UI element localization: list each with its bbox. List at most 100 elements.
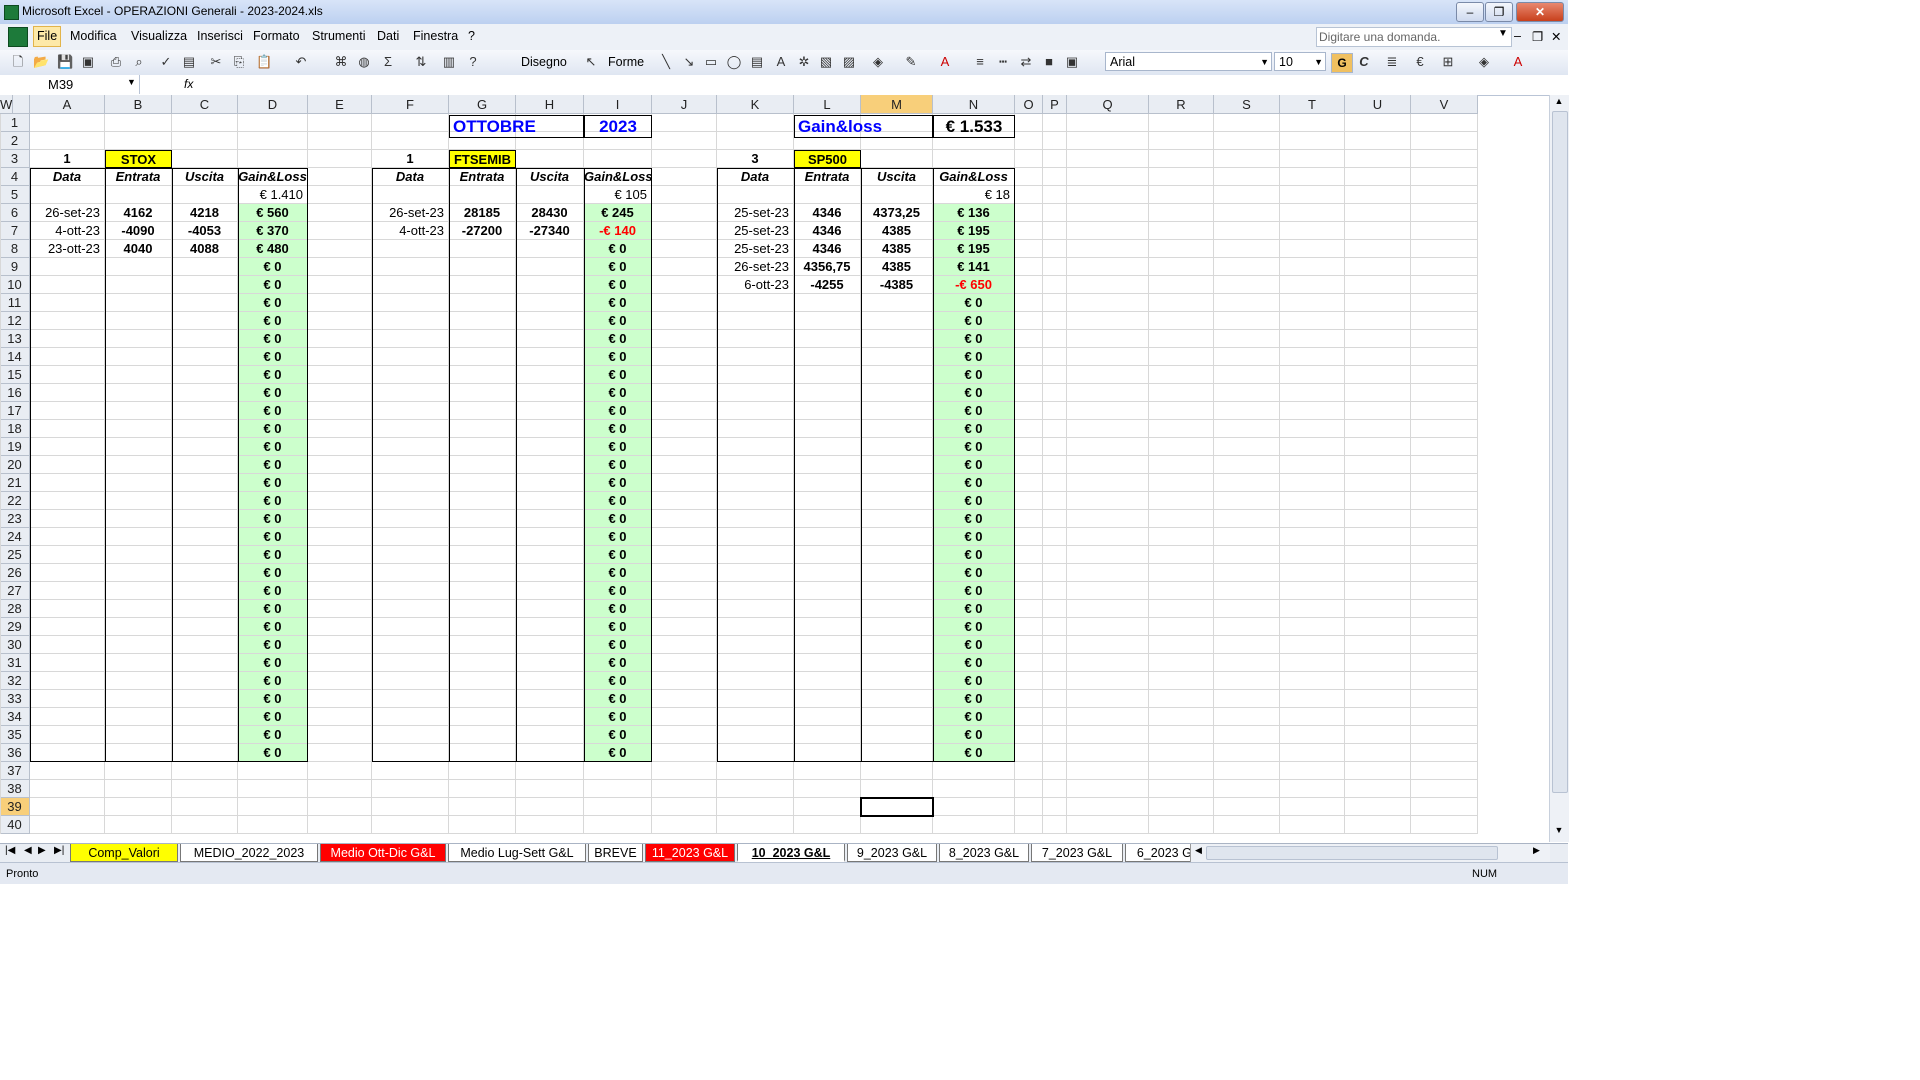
grid-cell[interactable] — [172, 330, 238, 348]
grid-cell[interactable] — [105, 312, 172, 330]
trade-gain-loss[interactable]: € 0 — [584, 276, 652, 294]
grid-cell[interactable] — [1214, 726, 1280, 744]
draw-menu-button[interactable]: Disegno — [521, 55, 567, 69]
sheet-tab-medio-ott-dic-g-l[interactable]: Medio Ott-Dic G&L — [320, 844, 446, 862]
trade-gain-loss[interactable]: € 0 — [584, 654, 652, 672]
grid-cell[interactable] — [1214, 258, 1280, 276]
grid-cell[interactable] — [0, 636, 1, 654]
trade-gain-loss[interactable]: € 0 — [584, 492, 652, 510]
sheet-tab-10-2023-g-l[interactable]: 10_2023 G&L — [737, 844, 845, 862]
grid-cell[interactable] — [1149, 816, 1214, 834]
grid-cell[interactable] — [1411, 762, 1478, 780]
column-header-b[interactable]: B — [105, 95, 172, 114]
trade-gain-loss[interactable]: € 0 — [584, 600, 652, 618]
trade-date[interactable]: 26-set-23 — [717, 258, 794, 276]
grid-cell[interactable] — [1149, 204, 1214, 222]
trade-gain-loss[interactable]: € 0 — [238, 384, 308, 402]
undo-icon[interactable]: ↶ — [293, 54, 309, 70]
grid-cell[interactable] — [1280, 150, 1345, 168]
grid-cell[interactable] — [717, 816, 794, 834]
grid-cell[interactable] — [1280, 546, 1345, 564]
trade-gain-loss[interactable]: € 480 — [238, 240, 308, 258]
grid-cell[interactable] — [30, 348, 105, 366]
grid-cell[interactable] — [1411, 546, 1478, 564]
grid-cell[interactable] — [717, 132, 794, 150]
grid-cell[interactable] — [516, 348, 584, 366]
grid-cell[interactable] — [1345, 222, 1411, 240]
grid-cell[interactable] — [1015, 618, 1043, 636]
column-title-ftsemib-uscita[interactable]: Uscita — [516, 168, 584, 186]
grid-cell[interactable] — [652, 402, 717, 420]
grid-cell[interactable] — [1345, 744, 1411, 762]
column-title-stox-data[interactable]: Data — [30, 168, 105, 186]
grid-cell[interactable] — [1214, 150, 1280, 168]
grid-cell[interactable] — [1345, 726, 1411, 744]
grid-cell[interactable] — [1345, 402, 1411, 420]
grid-cell[interactable] — [652, 384, 717, 402]
trade-gain-loss[interactable]: € 0 — [933, 708, 1015, 726]
grid-cell[interactable] — [717, 690, 794, 708]
grid-cell[interactable] — [1067, 672, 1149, 690]
grid-cell[interactable] — [717, 546, 794, 564]
grid-cell[interactable] — [1043, 312, 1067, 330]
grid-cell[interactable] — [652, 762, 717, 780]
grid-cell[interactable] — [449, 474, 516, 492]
research-icon[interactable]: ▤ — [181, 54, 197, 70]
trade-gain-loss[interactable]: € 0 — [584, 348, 652, 366]
grid-cell[interactable] — [449, 762, 516, 780]
sheet-tab-medio-lug-sett-g-l[interactable]: Medio Lug-Sett G&L — [448, 844, 586, 862]
grid-cell[interactable] — [105, 798, 172, 816]
grid-cell[interactable] — [1280, 114, 1345, 132]
grid-cell[interactable] — [794, 366, 861, 384]
grid-cell[interactable] — [1214, 240, 1280, 258]
grid-cell[interactable] — [172, 528, 238, 546]
grid-cell[interactable] — [1345, 150, 1411, 168]
grid-cell[interactable] — [1214, 582, 1280, 600]
grid-cell[interactable] — [1214, 438, 1280, 456]
row-header-11[interactable]: 11 — [0, 294, 30, 312]
grid-cell[interactable] — [652, 474, 717, 492]
grid-cell[interactable] — [1067, 366, 1149, 384]
grid-cell[interactable] — [1043, 240, 1067, 258]
grid-cell[interactable] — [449, 348, 516, 366]
grid-cell[interactable] — [1345, 132, 1411, 150]
grid-cell[interactable] — [861, 150, 933, 168]
grid-cell[interactable] — [1149, 114, 1214, 132]
grid-cell[interactable] — [652, 132, 717, 150]
minimize-button[interactable]: – — [1456, 2, 1484, 22]
grid-cell[interactable] — [0, 384, 1, 402]
trade-gain-loss[interactable]: € 0 — [584, 690, 652, 708]
grid-cell[interactable] — [172, 816, 238, 834]
grid-cell[interactable] — [1067, 690, 1149, 708]
block-total-sp500[interactable]: € 18 — [933, 186, 1015, 204]
trade-gain-loss[interactable]: € 0 — [238, 744, 308, 762]
grid-cell[interactable] — [1411, 438, 1478, 456]
row-header-24[interactable]: 24 — [0, 528, 30, 546]
grid-cell[interactable] — [794, 726, 861, 744]
row-header-37[interactable]: 37 — [0, 762, 30, 780]
grid-cell[interactable] — [652, 654, 717, 672]
grid-cell[interactable] — [652, 240, 717, 258]
trade-gain-loss[interactable]: € 0 — [933, 564, 1015, 582]
grid-cell[interactable] — [1411, 402, 1478, 420]
line-color-icon[interactable]: ✎ — [903, 54, 919, 70]
grid-cell[interactable] — [933, 150, 1015, 168]
sheet-tab-breve[interactable]: BREVE — [588, 844, 643, 862]
grid-cell[interactable] — [0, 672, 1, 690]
spelling-icon[interactable]: ✓ — [158, 54, 174, 70]
grid-cell[interactable] — [1345, 762, 1411, 780]
grid-cell[interactable] — [1067, 312, 1149, 330]
grid-cell[interactable] — [105, 744, 172, 762]
grid-cell[interactable] — [308, 150, 372, 168]
grid-cell[interactable] — [372, 132, 449, 150]
grid-cell[interactable] — [717, 456, 794, 474]
grid-cell[interactable] — [308, 726, 372, 744]
grid-cell[interactable] — [1214, 330, 1280, 348]
grid-cell[interactable] — [1067, 816, 1149, 834]
arrow-icon[interactable]: ↘ — [681, 54, 697, 70]
trade-date[interactable]: 25-set-23 — [717, 222, 794, 240]
trade-gain-loss[interactable]: € 0 — [933, 726, 1015, 744]
trade-gain-loss[interactable]: € 0 — [584, 726, 652, 744]
grid-cell[interactable] — [1345, 564, 1411, 582]
row-header-26[interactable]: 26 — [0, 564, 30, 582]
